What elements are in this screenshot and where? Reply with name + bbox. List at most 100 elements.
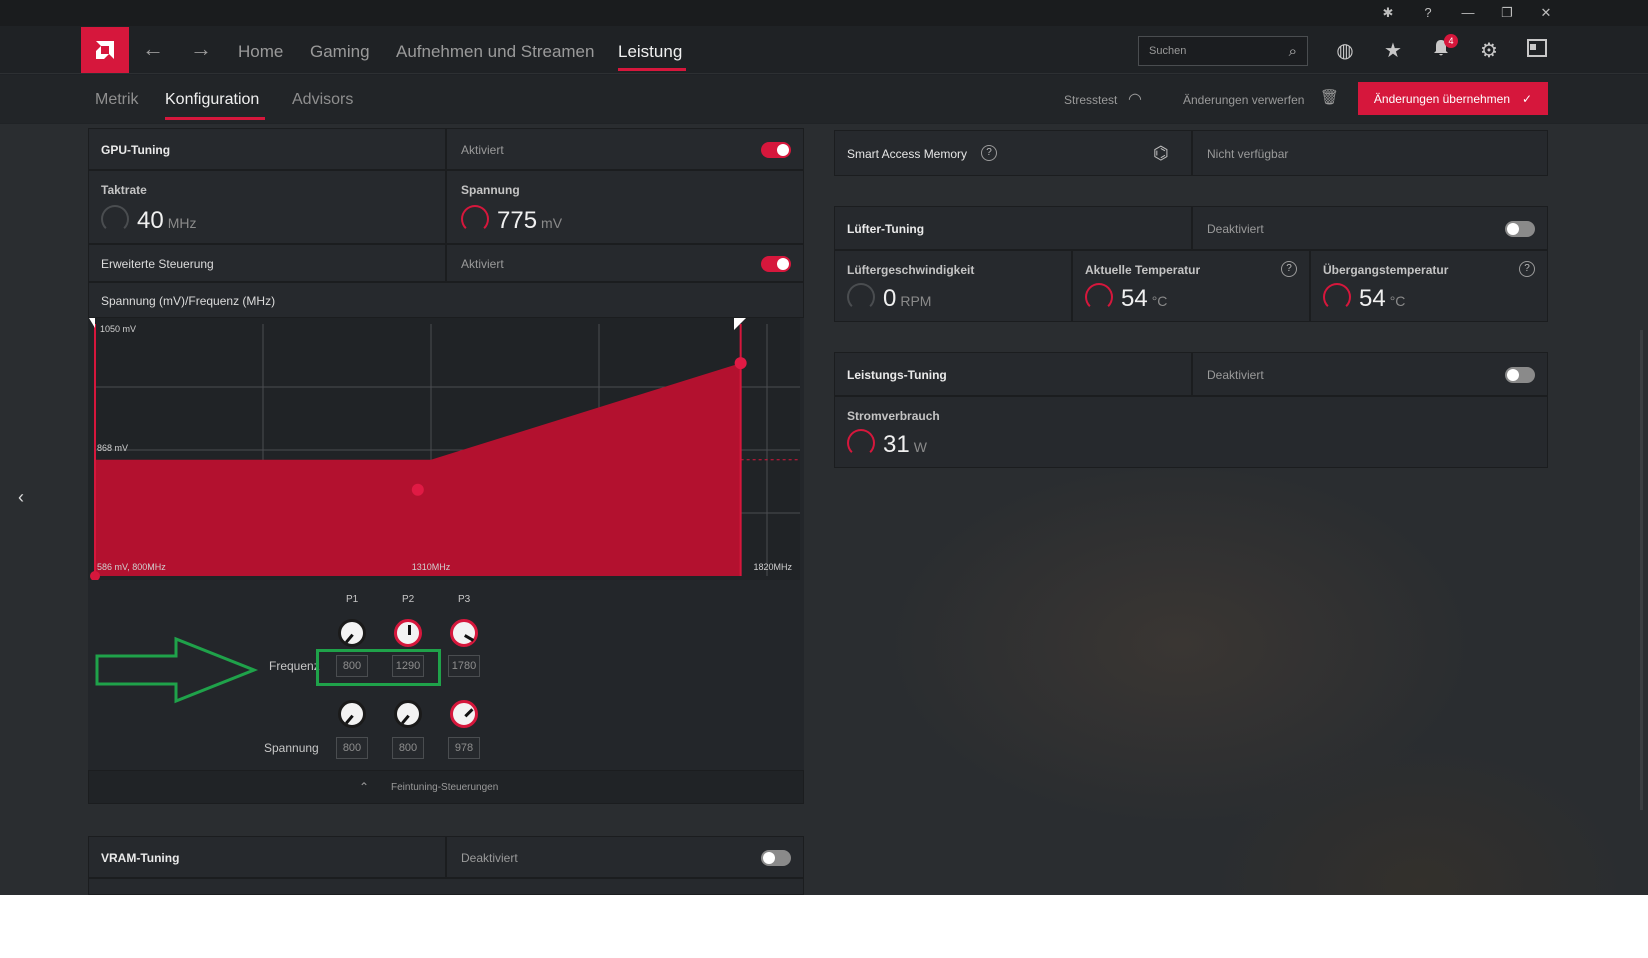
tab-metrics[interactable]: Metrik	[95, 91, 139, 109]
nav-home[interactable]: Home	[238, 42, 283, 62]
apply-label: Änderungen übernehmen	[1373, 91, 1511, 106]
power-tuning-state-cell: Deaktiviert	[1192, 352, 1548, 396]
search-icon[interactable]: ⌕	[1289, 43, 1297, 60]
sam-cell: Smart Access Memory ? ⌬	[834, 130, 1192, 176]
p1-frequency-knob[interactable]	[338, 619, 366, 647]
p3-voltage-knob[interactable]	[450, 700, 478, 728]
frequency-label: Frequenz	[269, 659, 320, 673]
temperature-value: 54 °C	[1121, 285, 1168, 312]
p2-voltage-knob[interactable]	[394, 700, 422, 728]
vram-tuning-toggle[interactable]	[761, 850, 791, 866]
layout-icon[interactable]	[1524, 38, 1550, 64]
nav-gaming[interactable]: Gaming	[310, 42, 370, 62]
y-tick-top: 1050 mV	[100, 324, 136, 334]
advanced-control-toggle[interactable]	[761, 256, 791, 272]
fine-tuning-row[interactable]: ⌃ Feintuning-Steuerungen	[88, 770, 804, 804]
gpu-tuning-title: GPU-Tuning	[101, 143, 171, 157]
voltage-cell: Spannung 775 mV	[446, 170, 804, 244]
gpu-tuning-state: Aktiviert	[461, 143, 504, 157]
fan-tuning-toggle[interactable]	[1505, 221, 1535, 237]
chevron-up-icon: ⌃	[359, 780, 370, 794]
help-icon[interactable]: ?	[1418, 4, 1438, 22]
star-icon[interactable]: ★	[1380, 38, 1406, 64]
stresstest-button[interactable]: Stresstest	[1064, 93, 1117, 107]
junction-temperature-label: Übergangstemperatur	[1323, 263, 1449, 277]
gpu-tuning-toggle[interactable]	[761, 142, 791, 158]
vram-tuning-header: VRAM-Tuning	[88, 836, 446, 878]
search-placeholder: Suchen	[1149, 45, 1187, 57]
power-tuning-state: Deaktiviert	[1207, 368, 1264, 382]
p1-label: P1	[346, 594, 359, 605]
nav-record-stream[interactable]: Aufnehmen und Streamen	[396, 42, 594, 62]
temperature-help-icon[interactable]: ?	[1281, 261, 1297, 277]
voltage-row-label: Spannung	[264, 741, 319, 755]
curve-label: Spannung (mV)/Frequenz (MHz)	[101, 294, 276, 308]
power-draw-gauge	[847, 429, 875, 457]
app-window: ✱ ? — ❐ ✕ ← → Home Gaming Aufnehmen und …	[0, 0, 1648, 895]
power-draw-cell: Stromverbrauch 31 W	[834, 396, 1548, 468]
tab-configuration[interactable]: Konfiguration	[165, 91, 259, 109]
voltage-label: Spannung	[461, 183, 520, 197]
x-tick-max: 1820MHz	[753, 562, 792, 572]
p1-voltage-knob[interactable]	[338, 700, 366, 728]
nav-active-underline	[618, 68, 686, 71]
fan-tuning-state-cell: Deaktiviert	[1192, 206, 1548, 250]
apply-changes-button[interactable]: Änderungen übernehmen ✓	[1358, 82, 1548, 115]
restore-button[interactable]: ❐	[1497, 4, 1517, 22]
clock-label: Taktrate	[101, 183, 147, 197]
p2-label: P2	[402, 594, 415, 605]
back-arrow-icon[interactable]: ←	[142, 36, 164, 62]
scrollbar[interactable]	[1640, 330, 1643, 810]
globe-icon[interactable]: ◍	[1332, 38, 1358, 64]
junction-temperature-value: 54 °C	[1359, 285, 1406, 312]
junction-gauge	[1323, 283, 1351, 311]
vram-tuning-title: VRAM-Tuning	[101, 851, 180, 865]
forward-arrow-icon[interactable]: →	[190, 36, 212, 62]
close-button[interactable]: ✕	[1536, 4, 1556, 22]
temperature-cell: Aktuelle Temperatur ? 54 °C	[1072, 250, 1310, 322]
p3-frequency-knob[interactable]	[450, 619, 478, 647]
chevron-left-icon[interactable]: ‹	[18, 487, 32, 507]
green-arrow-annotation	[95, 636, 259, 704]
gear-icon[interactable]: ⚙	[1476, 38, 1502, 64]
p3-frequency-input[interactable]: 1780	[448, 655, 480, 677]
discard-button[interactable]: Änderungen verwerfen	[1183, 93, 1304, 107]
fan-tuning-header: Lüfter-Tuning	[834, 206, 1192, 250]
voltage-frequency-chart[interactable]: 1050 mV 868 mV 586 mV, 800MHz 1310MHz 1820MH…	[88, 318, 800, 580]
junction-help-icon[interactable]: ?	[1519, 261, 1535, 277]
fan-speed-value: 0 RPM	[883, 285, 932, 312]
amd-logo-icon[interactable]	[81, 27, 129, 73]
trash-icon[interactable]: 🗑	[1320, 88, 1339, 106]
vram-tuning-body	[88, 878, 804, 895]
p2-frequency-knob[interactable]	[394, 619, 422, 647]
temperature-label: Aktuelle Temperatur	[1085, 263, 1201, 277]
origin-label: 586 mV, 800MHz	[97, 562, 166, 572]
voltage-value: 775 mV	[497, 207, 563, 234]
power-tuning-toggle[interactable]	[1505, 367, 1535, 383]
clock-gauge	[101, 205, 129, 233]
p2-voltage-input[interactable]: 800	[392, 737, 424, 759]
tab-active-underline	[165, 117, 265, 120]
title-bar: ✱ ? — ❐ ✕	[0, 0, 1648, 26]
chip-icon: ⌬	[1153, 143, 1169, 163]
fan-speed-cell: Lüftergeschwindigkeit 0 RPM	[834, 250, 1072, 322]
p3-voltage-input[interactable]: 978	[448, 737, 480, 759]
advanced-control-state: Aktiviert	[461, 257, 504, 271]
power-tuning-title: Leistungs-Tuning	[847, 368, 947, 382]
voltage-gauge	[461, 205, 489, 233]
sam-state-cell: Nicht verfügbar	[1192, 130, 1548, 176]
tab-advisors[interactable]: Advisors	[292, 91, 353, 109]
clock-value: 40 MHz	[137, 207, 197, 234]
p1-voltage-input[interactable]: 800	[336, 737, 368, 759]
search-input[interactable]: Suchen ⌕	[1138, 36, 1308, 66]
curve-point-p3	[734, 357, 747, 370]
y-tick-mid: 868 mV	[97, 443, 128, 453]
sam-help-icon[interactable]: ?	[981, 145, 997, 161]
curve-point-p2	[411, 483, 424, 496]
minimize-button[interactable]: —	[1458, 4, 1478, 22]
bug-icon[interactable]: ✱	[1378, 4, 1398, 22]
speedometer-icon[interactable]: ◠	[1128, 89, 1142, 109]
notification-badge: 4	[1444, 34, 1458, 48]
clock-cell: Taktrate 40 MHz	[88, 170, 446, 244]
nav-performance[interactable]: Leistung	[618, 42, 682, 62]
